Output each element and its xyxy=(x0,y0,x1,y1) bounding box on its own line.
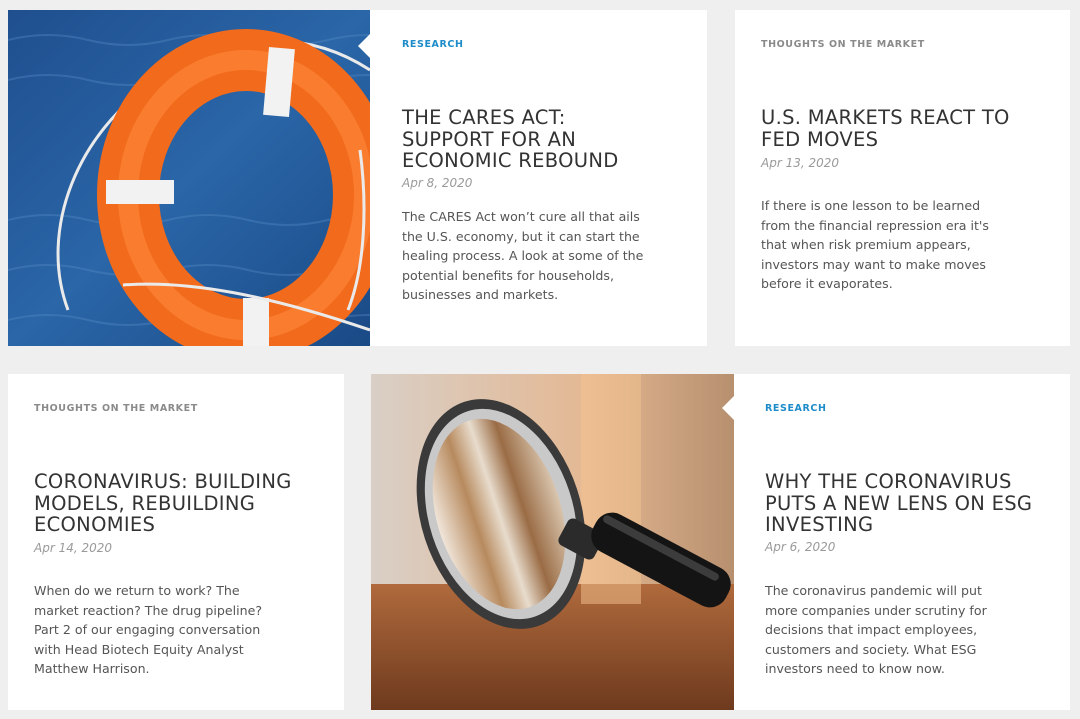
article-title[interactable]: WHY THE CORONAVIRUS PUTS A NEW LENS ON E… xyxy=(765,471,1045,536)
article-category: THOUGHTS ON THE MARKET xyxy=(761,39,925,50)
article-date: Apr 14, 2020 xyxy=(34,541,113,555)
article-date: Apr 13, 2020 xyxy=(761,156,840,170)
article-description: The CARES Act won’t cure all that ails t… xyxy=(402,209,644,302)
article-card-coronavirus-models[interactable]: THOUGHTS ON THE MARKET CORONAVIRUS: BUIL… xyxy=(8,374,344,710)
article-card-cares-act[interactable]: RESEARCH THE CARES ACT: SUPPORT FOR AN E… xyxy=(370,10,707,346)
article-card-fed-moves[interactable]: THOUGHTS ON THE MARKET U.S. MARKETS REAC… xyxy=(735,10,1070,346)
article-description: If there is one lesson to be learned fro… xyxy=(761,198,989,291)
life-ring-illustration xyxy=(8,10,370,346)
article-date: Apr 6, 2020 xyxy=(765,540,836,554)
article-category: THOUGHTS ON THE MARKET xyxy=(34,403,198,414)
article-description: The coronavirus pandemic will put more c… xyxy=(765,583,987,676)
article-description: When do we return to work? The market re… xyxy=(34,583,263,676)
article-title[interactable]: THE CARES ACT: SUPPORT FOR AN ECONOMIC R… xyxy=(402,107,662,172)
magnifying-glass-illustration xyxy=(371,374,734,710)
article-date: Apr 8, 2020 xyxy=(402,176,473,190)
article-category: RESEARCH xyxy=(765,403,827,414)
article-card-esg-investing[interactable]: RESEARCH WHY THE CORONAVIRUS PUTS A NEW … xyxy=(722,374,1070,710)
card-notch xyxy=(358,34,370,58)
card-notch xyxy=(722,396,734,420)
magnifying-glass-image[interactable] xyxy=(371,374,734,710)
article-category: RESEARCH xyxy=(402,39,464,50)
article-title[interactable]: U.S. MARKETS REACT TO FED MOVES xyxy=(761,107,1041,150)
article-title[interactable]: CORONAVIRUS: BUILDING MODELS, REBUILDING… xyxy=(34,471,324,536)
life-ring-image[interactable] xyxy=(8,10,370,346)
